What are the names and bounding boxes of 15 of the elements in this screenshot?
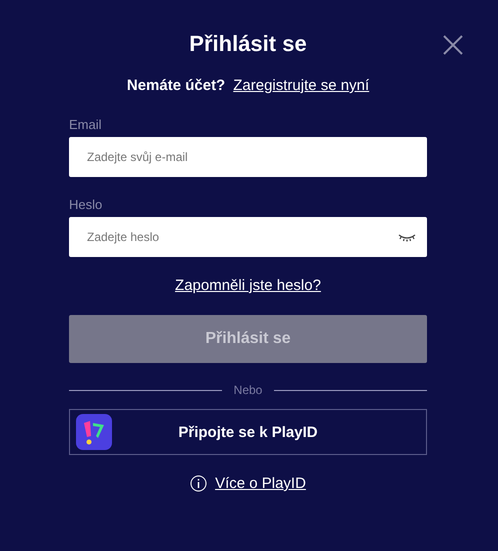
more-about-link[interactable]: Více o PlayID (215, 475, 306, 492)
closed-eye-icon[interactable] (398, 233, 416, 243)
divider-label: Nebo (234, 383, 262, 397)
email-field[interactable]: Zadejte svůj e-mail (69, 137, 427, 177)
playid-button[interactable]: Připojte se k PlayID (69, 409, 427, 455)
info-icon (190, 475, 208, 492)
field-label: Heslo (69, 197, 104, 213)
forgot-password-link[interactable]: Zapomněli jste heslo? (175, 277, 321, 294)
close-icon[interactable] (443, 35, 463, 55)
password-field[interactable]: Zadejte heslo (69, 217, 427, 257)
dialog-title: Přihlásit se (188, 31, 308, 57)
app-logo-icon (76, 414, 112, 450)
field-label: Email (69, 117, 103, 133)
register-prompt: Nemáte účet? (126, 76, 226, 96)
register-link[interactable]: Zaregistrujte se nyní (233, 76, 370, 96)
